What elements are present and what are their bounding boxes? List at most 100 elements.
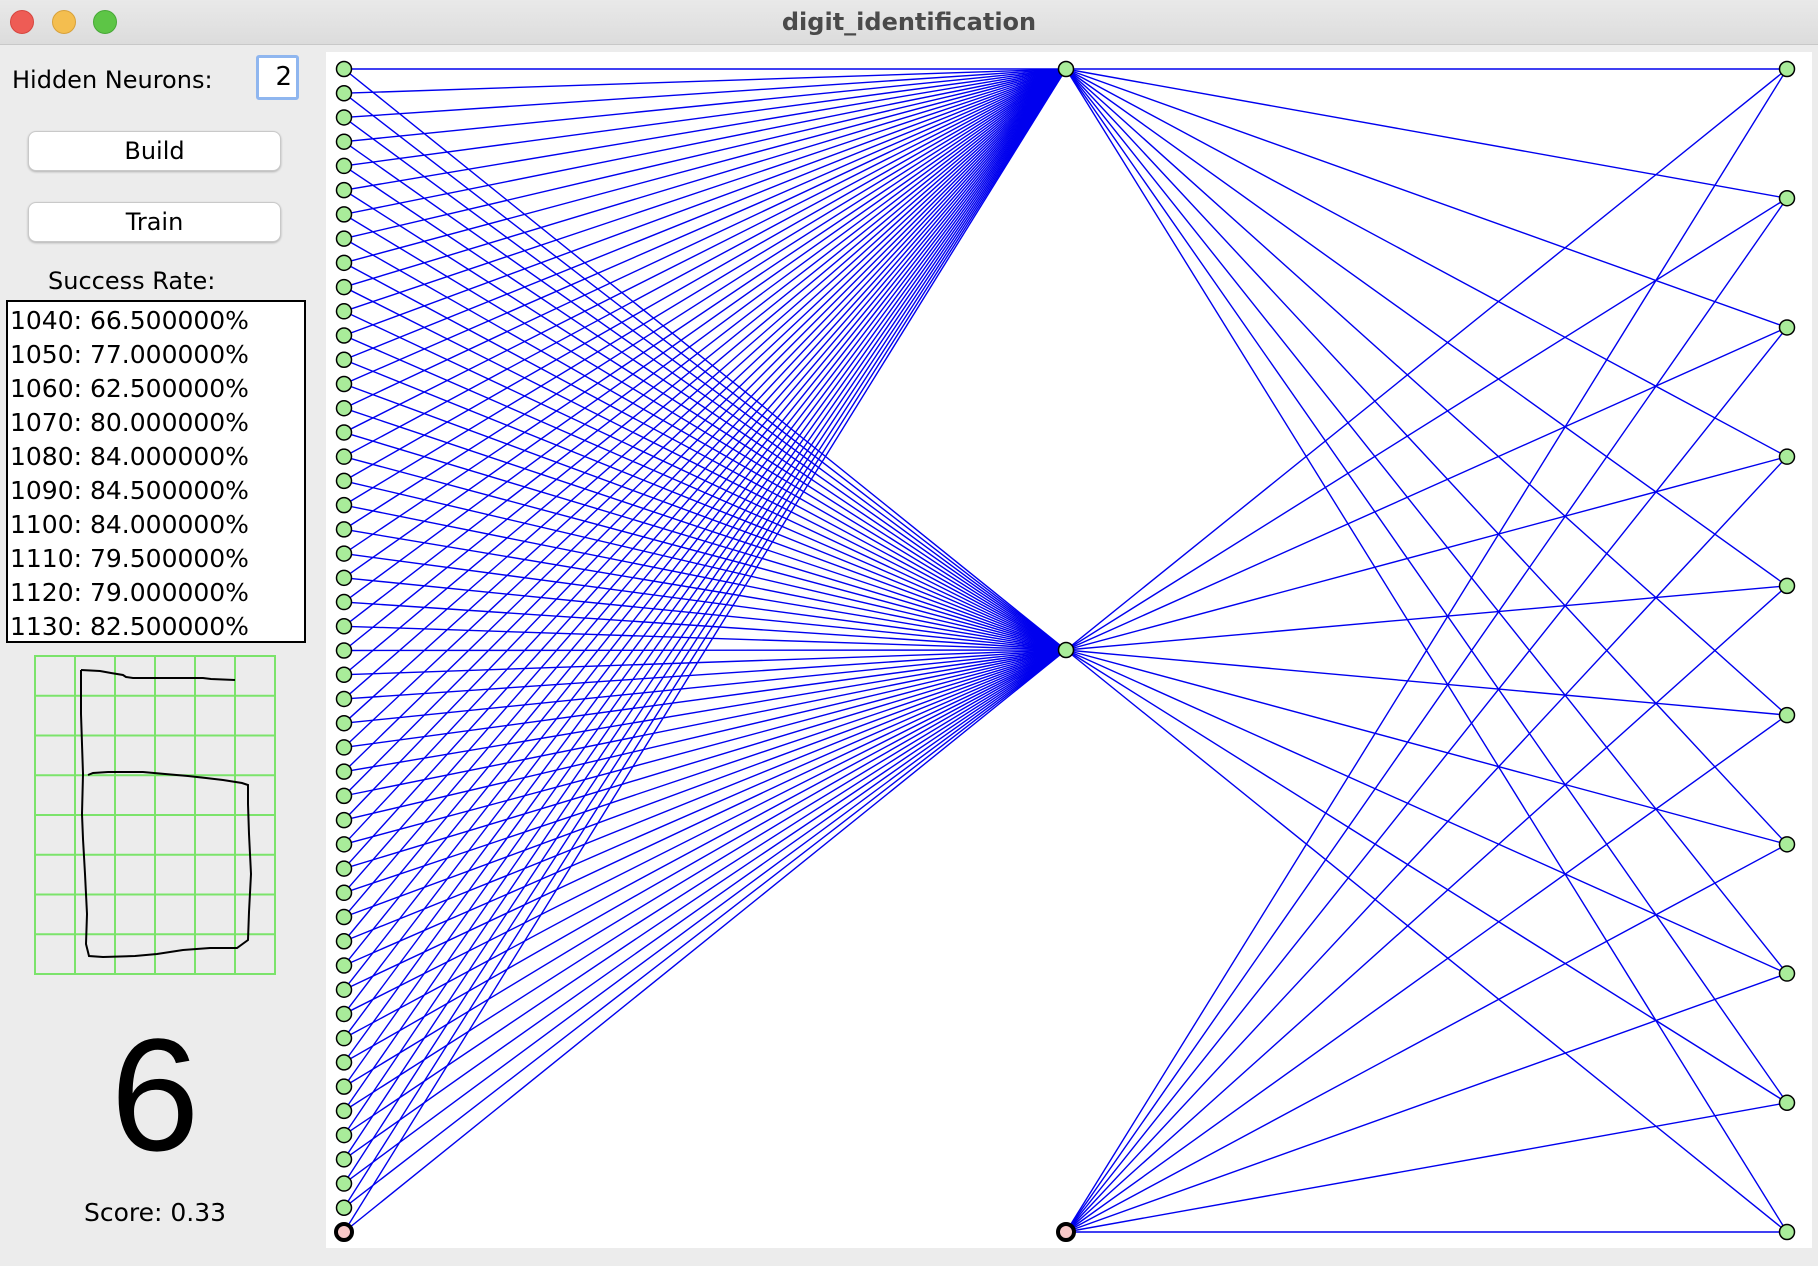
success-rate-item[interactable]: 1040: 66.500000% [8, 304, 304, 338]
weight-line [343, 68, 1067, 191]
success-rate-item[interactable]: 1120: 79.000000% [8, 576, 304, 610]
input-neuron [335, 424, 353, 441]
hidden-neuron [1057, 60, 1075, 78]
weight-line [343, 68, 1067, 434]
hidden-bias-neuron [1056, 1222, 1076, 1242]
output-neuron [1778, 965, 1796, 982]
weight-line [343, 68, 1067, 1015]
drawing-canvas[interactable] [33, 654, 277, 976]
input-neuron [335, 60, 353, 78]
predicted-digit: 6 [110, 1005, 200, 1184]
input-neuron [335, 496, 353, 514]
output-neuron [1778, 189, 1796, 207]
weight-line [343, 649, 1067, 821]
input-neuron [335, 593, 353, 611]
input-neuron [335, 1005, 353, 1023]
weight-line [1065, 68, 1788, 458]
weight-line [1065, 68, 1788, 651]
input-neuron [335, 254, 353, 272]
input-neuron [335, 206, 353, 223]
input-neuron [335, 351, 353, 368]
weight-line [343, 649, 1067, 991]
weight-line [1065, 68, 1788, 329]
weight-line [1065, 326, 1788, 651]
success-rate-item[interactable]: 1110: 79.500000% [8, 542, 304, 576]
input-neuron [335, 714, 353, 732]
success-rate-item[interactable]: 1100: 84.000000% [8, 508, 304, 542]
output-neuron [1778, 1094, 1796, 1112]
success-rate-item[interactable]: 1070: 80.000000% [8, 406, 304, 440]
network-canvas [326, 52, 1812, 1248]
input-neuron [335, 908, 353, 926]
output-neuron [1778, 319, 1796, 336]
success-rate-label: Success Rate: [48, 267, 216, 295]
success-rate-item[interactable]: 1050: 77.000000% [8, 338, 304, 372]
weight-line [1065, 197, 1788, 1233]
weight-line [343, 68, 1067, 773]
weight-line [343, 68, 1067, 603]
input-neuron [335, 884, 353, 902]
build-button[interactable]: Build [28, 131, 281, 171]
input-neuron [335, 836, 353, 853]
input-neuron [335, 1029, 353, 1047]
weight-line [1065, 68, 1788, 845]
input-neuron [335, 303, 353, 320]
train-button[interactable]: Train [28, 202, 281, 242]
input-neuron [335, 642, 353, 659]
weight-line [1065, 714, 1788, 1233]
input-neuron [335, 690, 353, 708]
weight-line [343, 68, 1067, 1209]
weight-line [1065, 68, 1788, 1104]
success-rate-item[interactable]: 1130: 82.500000% [8, 610, 304, 644]
input-neuron [335, 787, 353, 805]
success-rate-list[interactable]: 1040: 66.500000% 1050: 77.000000% 1060: 62… [6, 300, 306, 643]
weight-line [343, 68, 1067, 506]
input-neuron [335, 545, 353, 562]
input-neuron [335, 327, 353, 344]
weight-line [343, 68, 1067, 870]
output-neuron [1778, 836, 1796, 853]
weight-line [1065, 197, 1788, 651]
input-neuron [335, 666, 353, 683]
weight-line [343, 649, 1067, 870]
weight-line [343, 68, 1067, 1184]
weight-line [343, 649, 1067, 1209]
weight-line [343, 68, 1067, 337]
input-neuron [335, 375, 353, 393]
input-neuron [335, 618, 353, 635]
weight-line [343, 68, 1067, 1112]
input-neuron [335, 569, 353, 587]
output-neuron [1778, 706, 1796, 724]
score-text: Score: 0.33 [83, 1198, 227, 1227]
input-neuron [335, 399, 353, 417]
weight-line [343, 68, 1067, 991]
input-bias-neuron [334, 1222, 354, 1242]
input-neuron [335, 1126, 353, 1144]
success-rate-item[interactable]: 1080: 84.000000% [8, 440, 304, 474]
success-rate-item[interactable]: 1090: 84.500000% [8, 474, 304, 508]
input-neuron [335, 278, 353, 296]
weight-line [343, 649, 1067, 846]
weight-line [1065, 455, 1788, 651]
weight-line [1065, 972, 1788, 1233]
weight-line [343, 68, 1067, 845]
success-rate-item[interactable]: 1060: 62.500000% [8, 372, 304, 406]
weight-line [343, 649, 1067, 676]
hidden-neurons-label: Hidden Neurons: [12, 66, 213, 94]
weight-line [343, 68, 1067, 240]
input-neuron [335, 1151, 353, 1168]
weight-line [343, 649, 1067, 1088]
input-neuron [335, 763, 353, 780]
hidden-neurons-input[interactable]: 2 [256, 55, 299, 100]
input-neuron [335, 84, 353, 102]
weight-line [1065, 68, 1788, 587]
weight-line [343, 68, 1067, 579]
weight-line [343, 649, 1067, 1185]
hidden-neuron [1057, 641, 1075, 659]
weight-line [343, 68, 1067, 458]
weight-line [1065, 456, 1788, 1233]
output-neuron [1778, 448, 1796, 465]
input-neuron [335, 739, 353, 756]
input-neuron [335, 472, 353, 490]
output-neuron [1778, 577, 1796, 595]
